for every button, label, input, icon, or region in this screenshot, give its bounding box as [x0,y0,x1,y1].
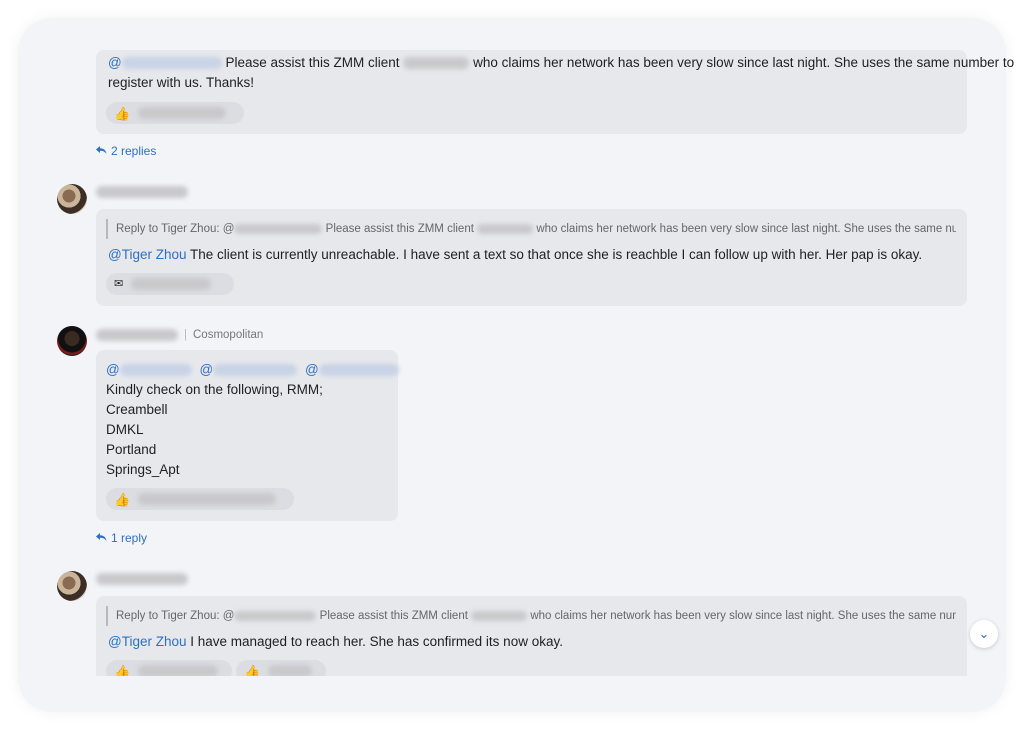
envelope-icon: ✉ [114,277,124,290]
reply-to-label: Reply to Tiger Zhou: [116,610,220,622]
replies-label: 1 reply [111,531,148,545]
blurred-client-number [477,223,534,234]
replies-link[interactable]: 2 replies [96,144,156,158]
message-text: I have managed to reach her. She has con… [190,634,563,649]
mention[interactable]: @ [106,362,120,377]
message-line: Kindly check on the following, RMM; [106,382,323,397]
separator: | [184,329,187,341]
sender-row: | Cosmopolitan [96,329,263,341]
avatar[interactable] [57,184,87,214]
message-text: Please assist this ZMM client [225,55,400,70]
blurred-sender [96,573,188,585]
blurred-name [234,223,323,234]
quote-mention: @ [222,223,235,235]
reaction-pill[interactable]: 👍 [236,660,326,676]
avatar[interactable] [57,326,87,356]
blurred-sender [96,186,188,198]
blurred-client-number [471,610,528,621]
sender-name [96,186,188,198]
blurred-name [121,57,222,70]
reply-to-label: Reply to Tiger Zhou: [116,223,220,235]
blurred-sender [96,329,178,341]
reaction-pill[interactable]: ✉ [106,273,234,295]
avatar[interactable] [57,571,87,601]
reply-arrow-icon [96,144,107,158]
blurred-name [213,364,298,377]
message-text-cont: who claims her network has been very slo… [473,55,1015,70]
message-line: Creambell [106,402,168,417]
message-text-line2: register with us. Thanks! [108,75,255,90]
blurred-reactor [138,665,219,676]
quote-text-cont: who claims her network has been very slo… [536,223,956,235]
mention[interactable]: @ [199,362,213,377]
message-text: The client is currently unreachable. I h… [190,247,923,262]
blurred-reactor [138,493,277,505]
replies-label: 2 replies [111,144,157,158]
message-bubble[interactable]: @ @ @ Kindly check on the following, RMM… [96,350,399,521]
blurred-reactor [131,278,212,290]
mention[interactable]: @ [108,55,122,70]
mentions-row: @ @ @ [106,360,399,380]
message-line: Springs_Apt [106,462,180,477]
reaction-pill[interactable]: 👍 [106,488,294,510]
message-line: Portland [106,442,157,457]
blurred-client-number [403,57,470,70]
reply-quote[interactable]: Reply to Tiger Zhou: @ Please assist thi… [106,219,956,239]
quote-text: Please assist this ZMM client [319,610,468,622]
mention[interactable]: @Tiger Zhou [108,247,186,262]
message-body: @Tiger Zhou The client is currently unre… [108,245,922,265]
blurred-reactor [268,665,313,676]
reply-arrow-icon [96,531,107,545]
message-line: DMKL [106,422,144,437]
thumbs-up-icon: 👍 [114,663,131,677]
message-body: @ Please assist this ZMM client who clai… [108,53,1014,93]
replies-link[interactable]: 1 reply [96,531,147,545]
sender-name [96,573,188,585]
blurred-name [318,364,399,377]
mention[interactable]: @Tiger Zhou [108,634,186,649]
sender-group: Cosmopolitan [193,329,264,341]
thumbs-up-icon: 👍 [244,663,261,677]
mention[interactable]: @ [305,362,319,377]
message-body: @Tiger Zhou I have managed to reach her.… [108,632,563,652]
chat-thread[interactable]: @ Please assist this ZMM client who clai… [0,0,1024,676]
reaction-pill[interactable]: 👍 [106,660,232,676]
blurred-name [119,364,192,377]
thumbs-up-icon: 👍 [114,105,131,121]
message-bubble[interactable]: Reply to Tiger Zhou: @ Please assist thi… [96,209,967,306]
message-body: Kindly check on the following, RMM; Crea… [106,380,323,480]
message-bubble[interactable]: Reply to Tiger Zhou: @ Please assist thi… [96,596,967,676]
quote-text-cont: who claims her network has been very slo… [530,610,956,622]
quote-mention: @ [222,610,235,622]
thumbs-up-icon: 👍 [114,491,131,507]
reaction-pill[interactable]: 👍 [106,102,244,124]
quote-text: Please assist this ZMM client [325,223,474,235]
scroll-to-bottom-button[interactable]: ⌄ [970,620,998,648]
chevron-down-icon: ⌄ [978,626,990,641]
blurred-reactor [138,107,227,119]
reply-quote[interactable]: Reply to Tiger Zhou: @ Please assist thi… [106,606,956,626]
blurred-name [234,610,317,621]
message-bubble[interactable]: @ Please assist this ZMM client who clai… [96,50,1014,134]
